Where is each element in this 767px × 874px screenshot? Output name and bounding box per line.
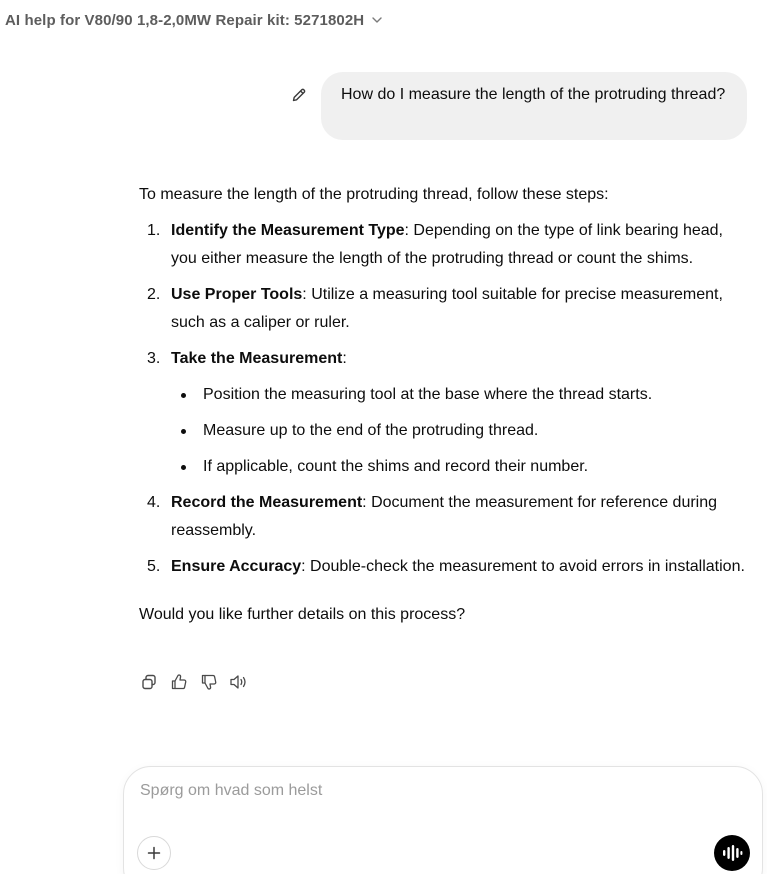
pencil-icon[interactable]	[289, 85, 309, 105]
list-item: 4. Record the Measurement: Document the …	[139, 489, 749, 545]
model-selector[interactable]: AI help for V80/90 1,8-2,0MW Repair kit:…	[5, 10, 384, 30]
chat-input[interactable]	[140, 779, 700, 803]
copy-button[interactable]	[139, 670, 159, 694]
assistant-intro: To measure the length of the protruding …	[139, 186, 609, 203]
list-item: 1. Identify the Measurement Type: Depend…	[139, 217, 749, 273]
chat-page: AI help for V80/90 1,8-2,0MW Repair kit:…	[0, 0, 767, 874]
copy-icon	[142, 674, 156, 690]
bullet-item: Position the measuring tool at the base …	[171, 381, 749, 409]
add-attachment-button[interactable]	[137, 836, 171, 870]
sub-bullets: Position the measuring tool at the base …	[171, 381, 749, 481]
list-item: 2. Use Proper Tools: Utilize a measuring…	[139, 281, 749, 337]
read-aloud-button[interactable]	[229, 670, 249, 694]
step-number: 4.	[147, 494, 161, 511]
thumbs-up-icon	[171, 674, 187, 690]
list-item: 5. Ensure Accuracy: Double-check the mea…	[139, 553, 749, 581]
thumbs-up-button[interactable]	[169, 670, 189, 694]
plus-icon	[147, 846, 161, 860]
step-number: 2.	[147, 286, 161, 303]
assistant-outro: Would you like further details on this p…	[139, 606, 466, 623]
step-number: 5.	[147, 558, 161, 575]
user-message-bubble: How do I measure the length of the protr…	[321, 72, 747, 140]
bullet-item: Measure up to the end of the protruding …	[171, 417, 749, 445]
bullet-item: If applicable, count the shims and recor…	[171, 453, 749, 481]
step-title: Use Proper Tools	[171, 286, 303, 303]
step-text: : Double-check the measurement to avoid …	[301, 558, 745, 575]
voice-mode-button[interactable]	[714, 835, 750, 871]
step-title: Record the Measurement	[171, 494, 363, 511]
speaker-icon	[230, 675, 246, 689]
step-number: 1.	[147, 222, 161, 239]
steps-list: 1. Identify the Measurement Type: Depend…	[139, 217, 749, 581]
assistant-message: To measure the length of the protruding …	[139, 181, 749, 629]
thumbs-down-button[interactable]	[199, 670, 219, 694]
step-number: 3.	[147, 350, 161, 367]
list-item: 3. Take the Measurement: Position the me…	[139, 345, 749, 481]
thumbs-down-icon	[201, 674, 217, 690]
message-composer	[123, 766, 763, 874]
step-title: Ensure Accuracy	[171, 558, 302, 575]
step-title: Identify the Measurement Type	[171, 222, 405, 239]
message-actions	[139, 670, 249, 694]
user-message-text: How do I measure the length of the protr…	[341, 86, 726, 103]
chat-title: AI help for V80/90 1,8-2,0MW Repair kit:…	[5, 11, 365, 29]
voice-mode-icon	[723, 845, 743, 861]
step-title: Take the Measurement	[171, 350, 343, 367]
step-text: :	[342, 350, 347, 367]
chevron-down-icon	[372, 17, 382, 23]
